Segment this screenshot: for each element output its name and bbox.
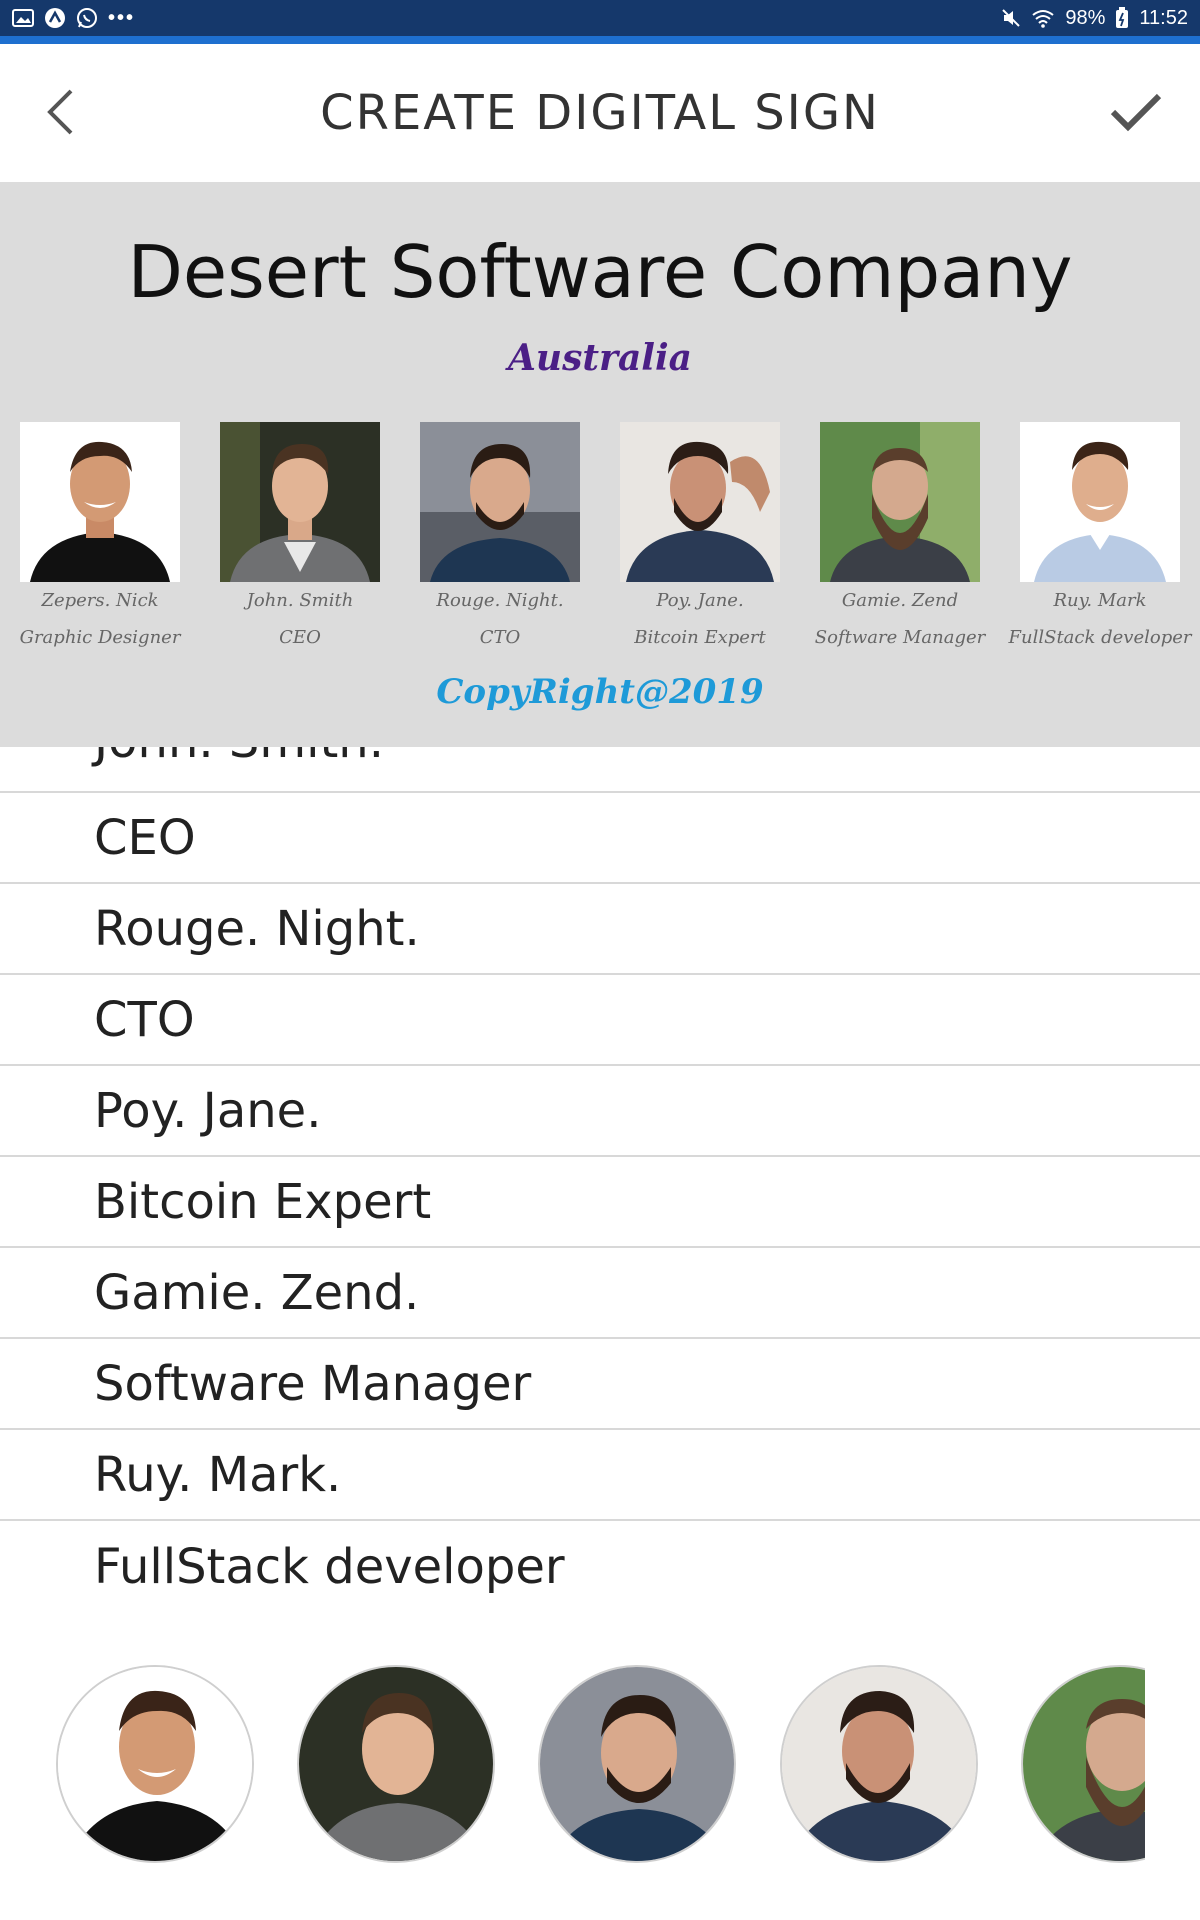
chevron-left-icon [47, 89, 73, 135]
list-item[interactable]: Rouge. Night. [0, 884, 1200, 975]
avatar-image [1023, 1667, 1145, 1861]
list-item[interactable]: John. Smith. [0, 747, 1200, 793]
avatar-zepers-nick[interactable] [56, 1665, 254, 1863]
staff-name: Zepers. Nick [41, 590, 159, 611]
staff-role: CEO [279, 627, 321, 648]
list-item[interactable]: Gamie. Zend. [0, 1248, 1200, 1339]
avatar-image [782, 1667, 976, 1861]
avatar-image [58, 1667, 252, 1861]
app-icon [44, 7, 66, 29]
list-item[interactable]: FullStack developer [0, 1521, 1200, 1612]
staff-name: John. Smith [246, 590, 354, 611]
list-item[interactable]: Ruy. Mark. [0, 1430, 1200, 1521]
confirm-button[interactable] [1104, 82, 1168, 142]
more-dots-icon: ••• [108, 6, 136, 29]
back-button[interactable] [32, 84, 88, 140]
staff-role: Bitcoin Expert [634, 627, 766, 648]
list-item[interactable]: Software Manager [0, 1339, 1200, 1430]
battery-percent: 98% [1065, 6, 1106, 29]
staff-row: Zepers. Nick Graphic Designer John. Smit… [20, 422, 1192, 662]
page-title: CREATE DIGITAL SIGN [320, 85, 880, 141]
company-name: Desert Software Company [127, 230, 1073, 314]
staff-role: Graphic Designer [19, 627, 181, 648]
list-item[interactable]: Poy. Jane. [0, 1066, 1200, 1157]
staff-card[interactable]: Ruy. Mark FullStack developer [1009, 422, 1192, 662]
list-item[interactable]: CTO [0, 975, 1200, 1066]
staff-name: Poy. Jane. [656, 590, 744, 611]
staff-photo [20, 422, 180, 582]
status-right: 98% 11:52 [1001, 7, 1188, 30]
staff-role: CTO [479, 627, 521, 648]
staff-photo [820, 422, 980, 582]
avatar-rouge-night[interactable] [538, 1665, 736, 1863]
staff-name: Gamie. Zend [841, 590, 959, 611]
staff-photo [420, 422, 580, 582]
sign-text-list: John. Smith. CEO Rouge. Night. CTO Poy. … [0, 747, 1200, 1612]
staff-name: Ruy. Mark [1053, 590, 1147, 611]
staff-card[interactable]: Rouge. Night. CTO [420, 422, 580, 662]
avatar-gamie-zend[interactable] [1021, 1665, 1145, 1863]
wifi-icon [1031, 8, 1055, 28]
status-bar: ••• 98% 11:52 [0, 0, 1200, 36]
staff-card[interactable]: Zepers. Nick Graphic Designer [20, 422, 180, 662]
list-item[interactable]: CEO [0, 793, 1200, 884]
staff-name: Rouge. Night. [436, 590, 564, 611]
whatsapp-icon [76, 7, 98, 29]
staff-card[interactable]: Gamie. Zend Software Manager [815, 422, 985, 662]
avatar-john-smith[interactable] [297, 1665, 495, 1863]
sign-preview: Desert Software Company Australia Zepers… [0, 182, 1200, 747]
mute-icon [1001, 8, 1021, 28]
staff-photo [620, 422, 780, 582]
staff-card[interactable]: John. Smith CEO [220, 422, 380, 662]
staff-photo [1020, 422, 1180, 582]
staff-role: Software Manager [814, 627, 986, 648]
avatar-poy-jane[interactable] [780, 1665, 978, 1863]
gallery-icon [12, 9, 34, 27]
staff-photo [220, 422, 380, 582]
status-accent-bar [0, 36, 1200, 44]
staff-card[interactable]: Poy. Jane. Bitcoin Expert [620, 422, 780, 662]
copyright-text: CopyRight@2019 [436, 672, 764, 712]
staff-role: FullStack developer [1008, 627, 1192, 648]
company-location: Australia [508, 337, 692, 379]
app-bar: CREATE DIGITAL SIGN [0, 44, 1200, 182]
list-item[interactable]: Bitcoin Expert [0, 1157, 1200, 1248]
check-icon [1110, 93, 1162, 132]
avatar-image [299, 1667, 493, 1861]
avatar-strip [0, 1665, 1145, 1863]
avatar-image [540, 1667, 734, 1861]
clock: 11:52 [1139, 6, 1188, 29]
battery-icon [1115, 7, 1129, 29]
status-left: ••• [12, 7, 135, 30]
list-item-text: John. Smith. [94, 747, 384, 769]
